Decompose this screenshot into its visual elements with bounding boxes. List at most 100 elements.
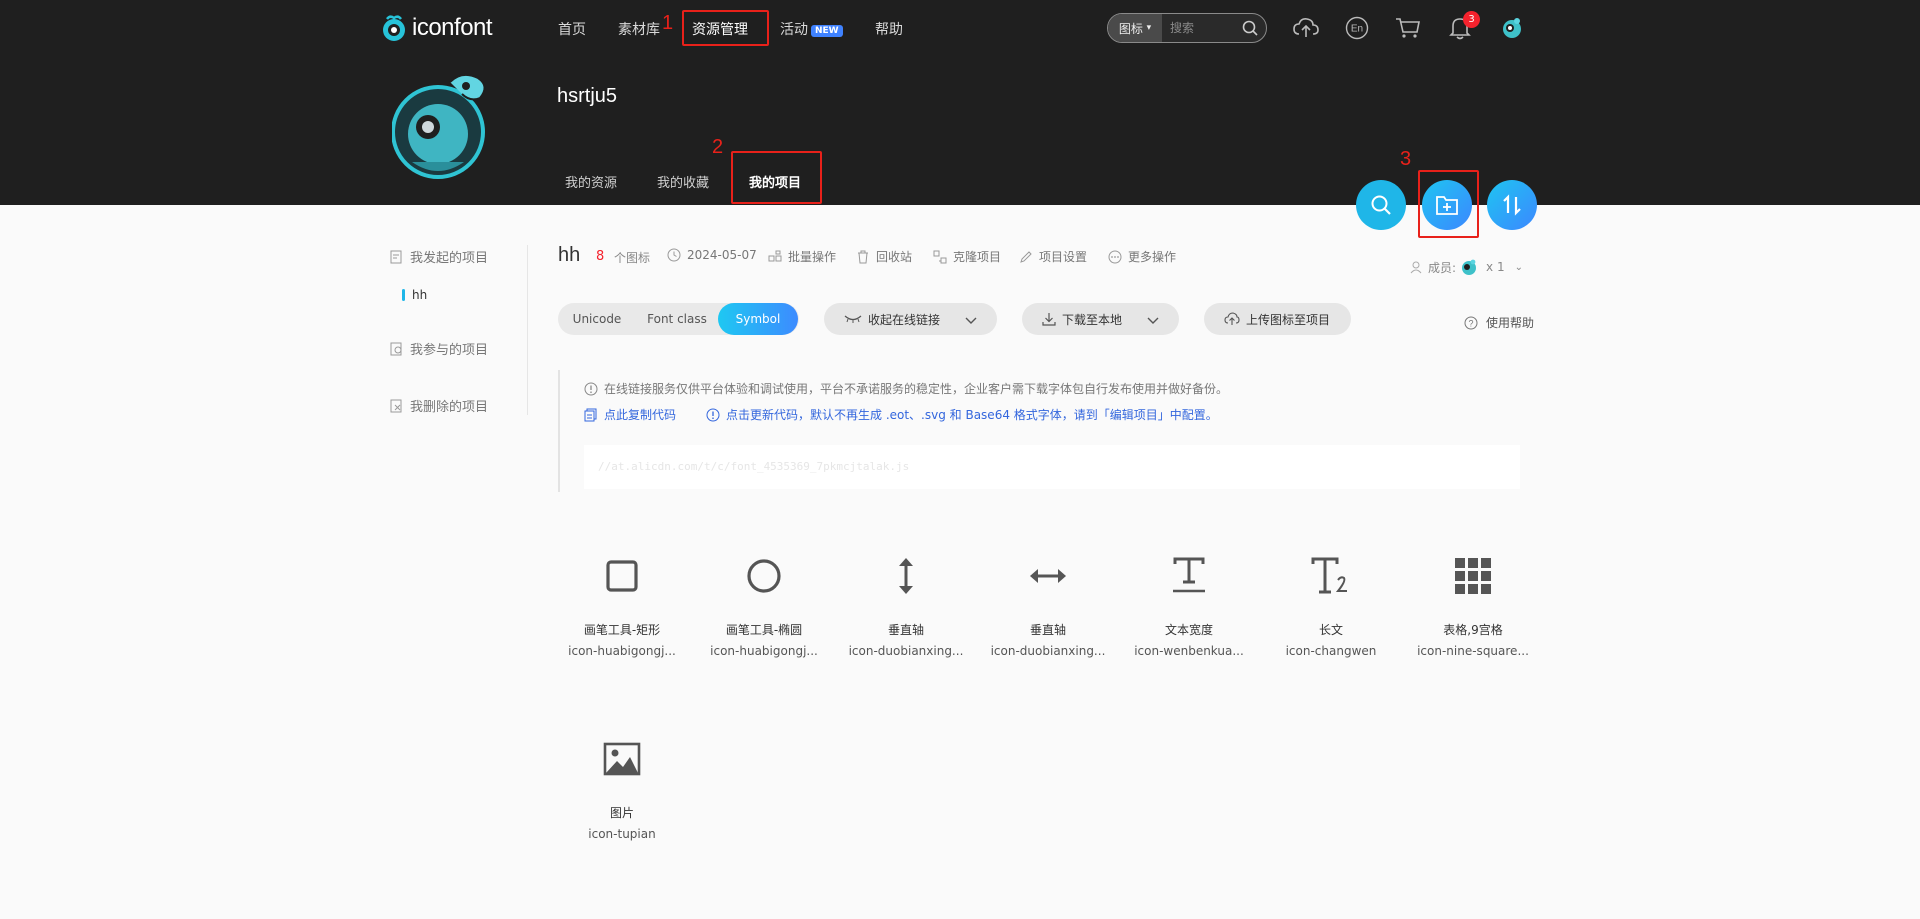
project-settings-button[interactable]: 项目设置 [1019, 248, 1087, 265]
notification-count-badge: 3 [1463, 11, 1480, 28]
annotation-number-3: 3 [1400, 148, 1412, 170]
copy-code-link[interactable]: 点此复制代码 [584, 406, 676, 423]
help-circle-icon: ? [1464, 316, 1478, 329]
icon-card[interactable]: 图片 icon-tupian [557, 734, 687, 841]
nav-home[interactable]: 首页 [558, 19, 586, 39]
format-unicode[interactable]: Unicode [558, 312, 636, 326]
sort-arrows-icon [1503, 194, 1521, 216]
more-dots-icon [1108, 250, 1122, 263]
tab-my-projects[interactable]: 我的项目 [749, 172, 801, 191]
format-font-class[interactable]: Font class [636, 312, 718, 326]
search-type-label: 图标 [1118, 21, 1143, 36]
project-date: 2024-05-07 [667, 248, 757, 262]
pencil-icon [1020, 250, 1032, 263]
nav-material-library[interactable]: 素材库 [618, 19, 660, 39]
svg-text:?: ? [1468, 318, 1473, 328]
image-icon [557, 734, 687, 784]
icon-card[interactable]: 文本宽度 icon-wenbenkua... [1124, 551, 1254, 658]
search-input[interactable] [1170, 21, 1240, 35]
more-operations-button[interactable]: 更多操作 [1108, 248, 1176, 265]
member-avatar [1462, 259, 1477, 275]
icon-name: 长文 [1318, 623, 1343, 637]
icon-code: icon-nine-square... [1417, 644, 1529, 658]
collapse-link-label: 收起在线链接 [868, 312, 941, 327]
icon-card[interactable]: 表格,9宫格 icon-nine-square... [1408, 551, 1538, 658]
nine-square-icon [1408, 551, 1538, 601]
new-project-button[interactable] [1422, 180, 1472, 230]
nav-activity[interactable]: 活动 NEW [780, 19, 843, 39]
collapse-link-button[interactable]: 收起在线链接 [824, 303, 997, 335]
annotation-number-2: 2 [712, 136, 724, 158]
user-group-icon [1410, 261, 1422, 274]
members-count: x 1 [1486, 260, 1505, 274]
sort-button[interactable] [1487, 180, 1537, 230]
recycle-bin-label: 回收站 [876, 250, 913, 264]
tab-my-favorites[interactable]: 我的收藏 [657, 172, 709, 191]
cart-icon[interactable] [1394, 14, 1422, 42]
long-text-icon [1266, 551, 1396, 601]
clone-project-label: 克隆项目 [953, 250, 1002, 264]
download-local-label: 下载至本地 [1062, 312, 1123, 327]
code-url-box[interactable]: //at.alicdn.com/t/c/font_4535369_7pkmcjt… [584, 445, 1520, 489]
profile-avatar[interactable] [391, 62, 496, 182]
members-label: 成员: [1428, 260, 1457, 275]
sidebar-project-hh[interactable]: hh [402, 288, 427, 302]
logo-text: iconfont [412, 14, 493, 41]
search-box: 图标 ▾ [1107, 13, 1267, 43]
format-switch: Unicode Font class Symbol [558, 303, 799, 335]
download-icon [1042, 313, 1056, 326]
clock-icon [667, 248, 681, 262]
icon-card[interactable]: 垂直轴 icon-duobianxing... [841, 551, 971, 658]
icon-code: icon-wenbenkua... [1134, 644, 1244, 658]
sidebar-deleted-projects[interactable]: 我删除的项目 [390, 396, 488, 415]
user-avatar-small[interactable] [1498, 14, 1526, 42]
folder-add-icon [1436, 196, 1458, 215]
clone-icon [933, 250, 947, 263]
copy-icon [584, 408, 597, 421]
circle-icon [699, 551, 829, 601]
chevron-down-icon: ▾ [1146, 23, 1152, 33]
search-icon[interactable] [1242, 20, 1258, 40]
tab-my-resources[interactable]: 我的资源 [565, 172, 617, 191]
icon-code: icon-duobianxing... [848, 644, 964, 658]
icon-code: icon-duobianxing... [990, 644, 1106, 658]
sidebar-joined-projects[interactable]: 我参与的项目 [390, 339, 488, 358]
notice-warning-text: 在线链接服务仅供平台体验和调试使用，平台不承诺服务的稳定性，企业客户需下载字体包… [604, 382, 1229, 396]
search-project-button[interactable] [1356, 180, 1406, 230]
annotation-box-1 [682, 10, 769, 46]
icon-card[interactable]: 垂直轴 icon-duobianxing... [983, 551, 1113, 658]
logo[interactable]: iconfont [379, 12, 493, 44]
icon-name: 画笔工具-矩形 [583, 623, 661, 637]
icon-name: 表格,9宫格 [1443, 623, 1503, 637]
batch-operation-button[interactable]: 批量操作 [768, 248, 836, 265]
upload-cloud-icon [1224, 312, 1240, 325]
members-info[interactable]: 成员: x 1 ⌄ [1410, 258, 1523, 276]
upload-cloud-icon[interactable] [1292, 14, 1320, 42]
search-type-select[interactable]: 图标 ▾ [1108, 14, 1162, 42]
sidebar-started-projects[interactable]: 我发起的项目 [390, 247, 488, 266]
nav-help[interactable]: 帮助 [875, 19, 903, 39]
icon-count: 8 [596, 249, 605, 264]
sidebar-divider [527, 245, 528, 415]
top-navbar: iconfont 首页 素材库 资源管理 活动NEW 帮助 图标 ▾ En 3 [0, 0, 1920, 56]
square-icon [557, 551, 687, 601]
icon-name: 图片 [609, 806, 634, 820]
update-code-link[interactable]: 点击更新代码，默认不再生成 .eot、.svg 和 Base64 格式字体，请到… [706, 406, 1218, 423]
trash-icon [858, 250, 868, 263]
download-local-button[interactable]: 下载至本地 [1022, 303, 1179, 335]
search-doc-icon [390, 342, 402, 355]
info-circle-icon [584, 382, 598, 395]
annotation-number-1: 1 [662, 12, 674, 34]
sidebar-joined-label: 我参与的项目 [410, 343, 489, 358]
clone-project-button[interactable]: 克隆项目 [933, 248, 1001, 265]
icon-card[interactable]: 画笔工具-椭圆 icon-huabigongj... [699, 551, 829, 658]
recycle-bin-button[interactable]: 回收站 [856, 248, 912, 265]
icon-code: icon-huabigongj... [710, 644, 818, 658]
upload-to-project-button[interactable]: 上传图标至项目 [1204, 303, 1351, 335]
icon-card[interactable]: 长文 icon-changwen [1266, 551, 1396, 658]
format-symbol[interactable]: Symbol [718, 303, 798, 335]
icon-card[interactable]: 画笔工具-矩形 icon-huabigongj... [557, 551, 687, 658]
language-icon[interactable]: En [1343, 14, 1371, 42]
language-label: En [1351, 24, 1363, 35]
usage-help-link[interactable]: ? 使用帮助 [1464, 314, 1534, 331]
